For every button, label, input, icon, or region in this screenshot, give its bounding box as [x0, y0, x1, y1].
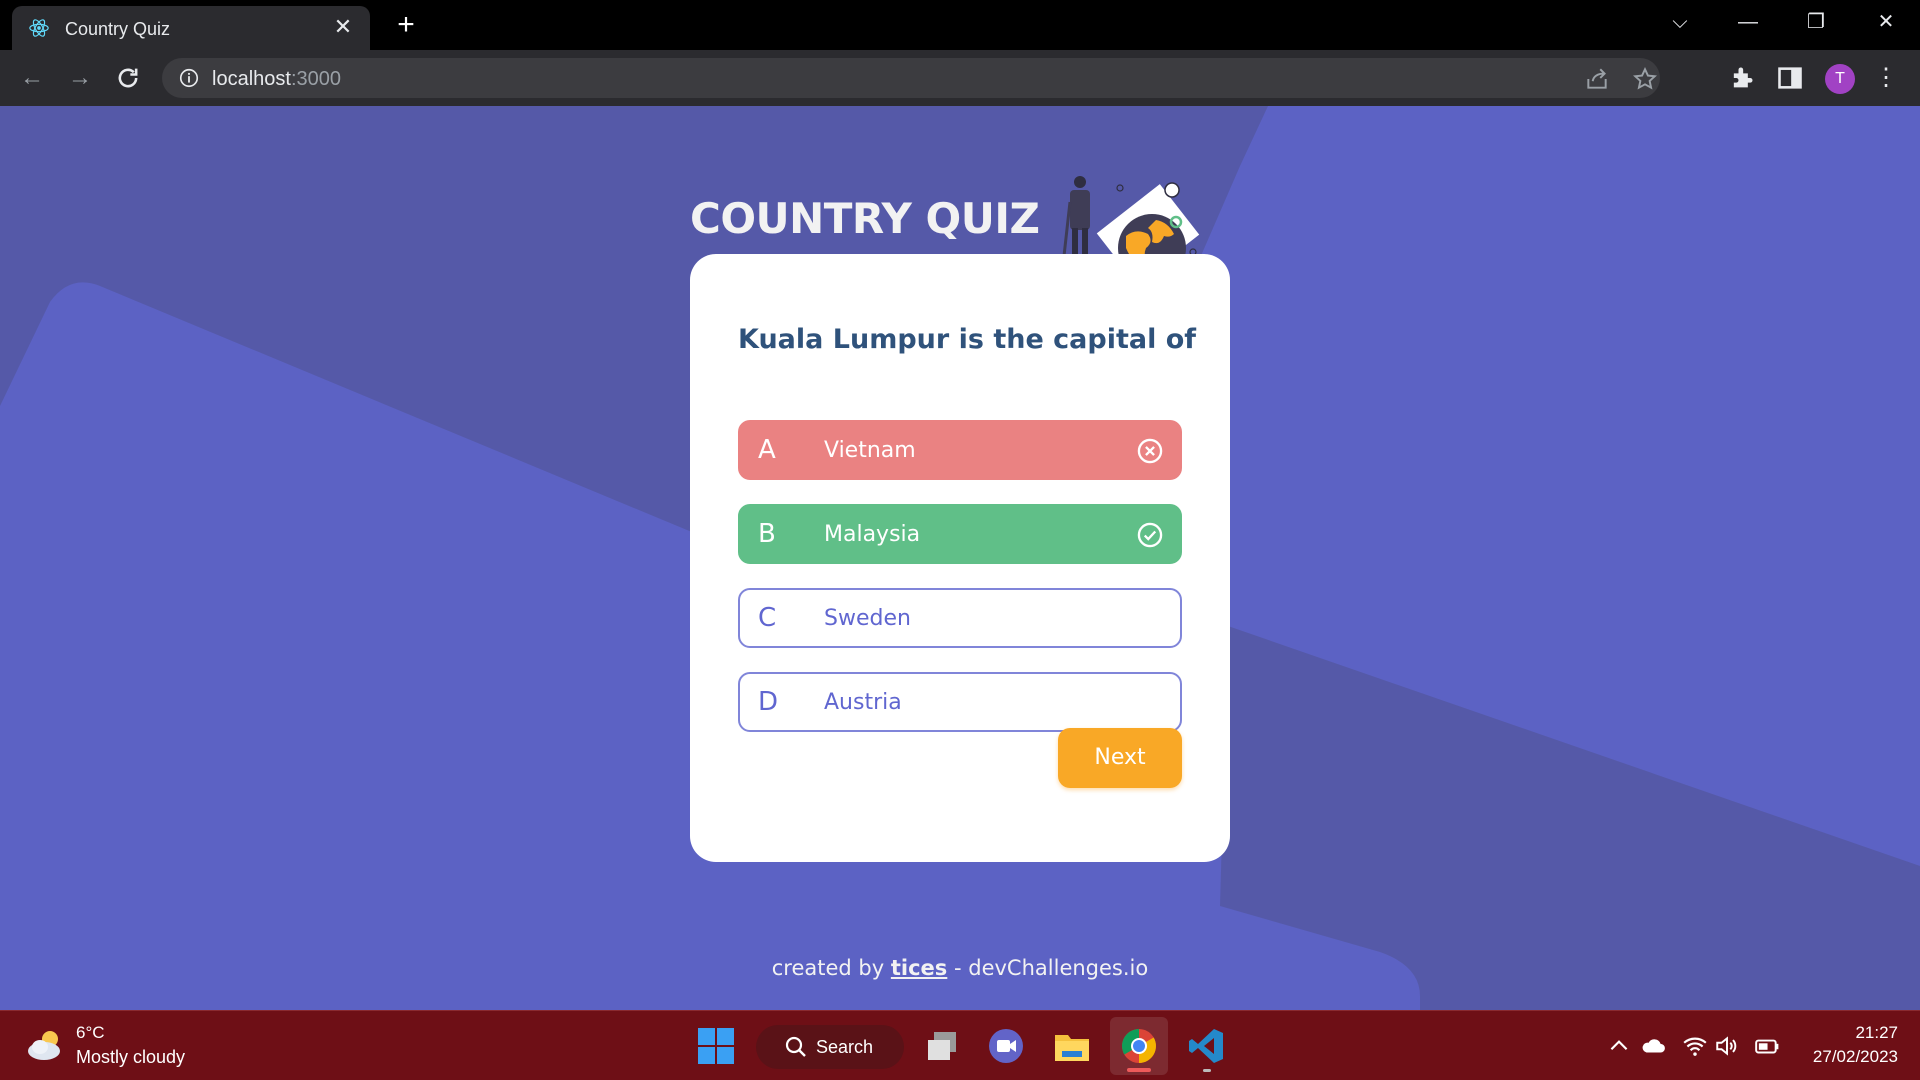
react-icon: [29, 19, 49, 37]
restore-icon[interactable]: ❐: [1798, 8, 1834, 36]
footer-suffix: - devChallenges.io: [954, 956, 1149, 980]
minimize-icon[interactable]: —: [1730, 8, 1766, 36]
correct-check-circle-icon: [1137, 522, 1163, 548]
weather-description: Mostly cloudy: [76, 1047, 186, 1067]
site-info-icon[interactable]: [178, 67, 200, 89]
browser-toolbar: ← → localhost:3000 T ⋮: [0, 50, 1920, 106]
answer-option-b[interactable]: B Malaysia: [738, 504, 1182, 564]
address-bar[interactable]: localhost:3000: [162, 58, 1660, 98]
file-explorer-icon[interactable]: [1052, 1026, 1092, 1066]
option-text: Malaysia: [824, 522, 921, 547]
option-letter: D: [758, 687, 779, 717]
option-text: Sweden: [824, 606, 911, 631]
show-hidden-icons-chevron-icon[interactable]: [1606, 1033, 1632, 1059]
window-close-icon[interactable]: ✕: [1868, 8, 1904, 36]
vscode-icon[interactable]: [1186, 1026, 1226, 1066]
chrome-icon[interactable]: [1119, 1026, 1159, 1066]
task-view-icon[interactable]: [922, 1026, 962, 1066]
profile-avatar[interactable]: T: [1825, 64, 1855, 94]
tab-close-icon[interactable]: ✕: [330, 14, 356, 40]
extensions-puzzle-icon[interactable]: [1728, 64, 1756, 92]
option-letter: B: [758, 519, 776, 549]
answer-option-c[interactable]: C Sweden: [738, 588, 1182, 648]
volume-icon[interactable]: [1714, 1033, 1740, 1059]
url-port: :3000: [290, 68, 341, 90]
clock-time[interactable]: 21:27: [1855, 1023, 1898, 1043]
url-host: localhost: [212, 68, 291, 90]
tab-title: Country Quiz: [65, 19, 171, 39]
reload-icon[interactable]: [114, 64, 142, 92]
option-text: Austria: [824, 690, 902, 715]
quiz-card: Kuala Lumpur is the capital of A Vietnam…: [690, 254, 1230, 862]
page-footer: created by tices - devChallenges.io: [0, 956, 1920, 980]
option-letter: C: [758, 603, 777, 633]
battery-icon[interactable]: [1754, 1033, 1780, 1059]
option-text: Vietnam: [824, 438, 916, 463]
windows-taskbar: 6°C Mostly cloudy Search 21:27 27/02/202…: [0, 1010, 1920, 1080]
answer-option-d[interactable]: D Austria: [738, 672, 1182, 732]
onedrive-cloud-icon[interactable]: [1640, 1033, 1666, 1059]
tab-search-chevron-icon[interactable]: ⌵: [1662, 8, 1698, 36]
back-arrow-icon[interactable]: ←: [16, 62, 48, 94]
chrome-active-indicator: [1127, 1068, 1151, 1072]
side-panel-icon[interactable]: [1776, 64, 1804, 92]
bookmark-star-icon[interactable]: [1632, 66, 1658, 92]
next-button[interactable]: Next: [1058, 728, 1182, 788]
footer-prefix: created by: [771, 956, 885, 980]
forward-arrow-icon[interactable]: →: [64, 62, 96, 94]
url-text: localhost:3000: [212, 68, 341, 91]
search-icon: [785, 1036, 806, 1057]
new-tab-icon[interactable]: +: [390, 10, 422, 42]
wifi-icon[interactable]: [1682, 1033, 1708, 1059]
share-icon[interactable]: [1584, 66, 1610, 92]
answer-option-a[interactable]: A Vietnam: [738, 420, 1182, 480]
teams-chat-icon[interactable]: [986, 1026, 1026, 1066]
quiz-title: COUNTRY QUIZ: [690, 194, 1040, 243]
browser-tab-bar: Country Quiz ✕ + ⌵ — ❐ ✕: [0, 0, 1920, 50]
page-viewport: COUNTRY QUIZ Kuala Lumpur is the capital…: [0, 106, 1920, 1010]
option-letter: A: [758, 435, 776, 465]
browser-tab[interactable]: Country Quiz ✕: [12, 6, 370, 50]
weather-temperature: 6°C: [76, 1023, 105, 1042]
vscode-running-indicator: [1203, 1069, 1211, 1072]
question-text: Kuala Lumpur is the capital of: [738, 324, 1197, 355]
windows-start-icon[interactable]: [696, 1026, 736, 1066]
wrong-x-circle-icon: [1137, 438, 1163, 464]
clock-date[interactable]: 27/02/2023: [1813, 1047, 1898, 1067]
author-link[interactable]: tices: [891, 956, 947, 980]
taskbar-search[interactable]: Search: [756, 1025, 904, 1069]
taskbar-search-label: Search: [816, 1037, 874, 1057]
browser-menu-icon[interactable]: ⋮: [1874, 62, 1898, 94]
cloud-weather-icon[interactable]: [26, 1027, 66, 1063]
